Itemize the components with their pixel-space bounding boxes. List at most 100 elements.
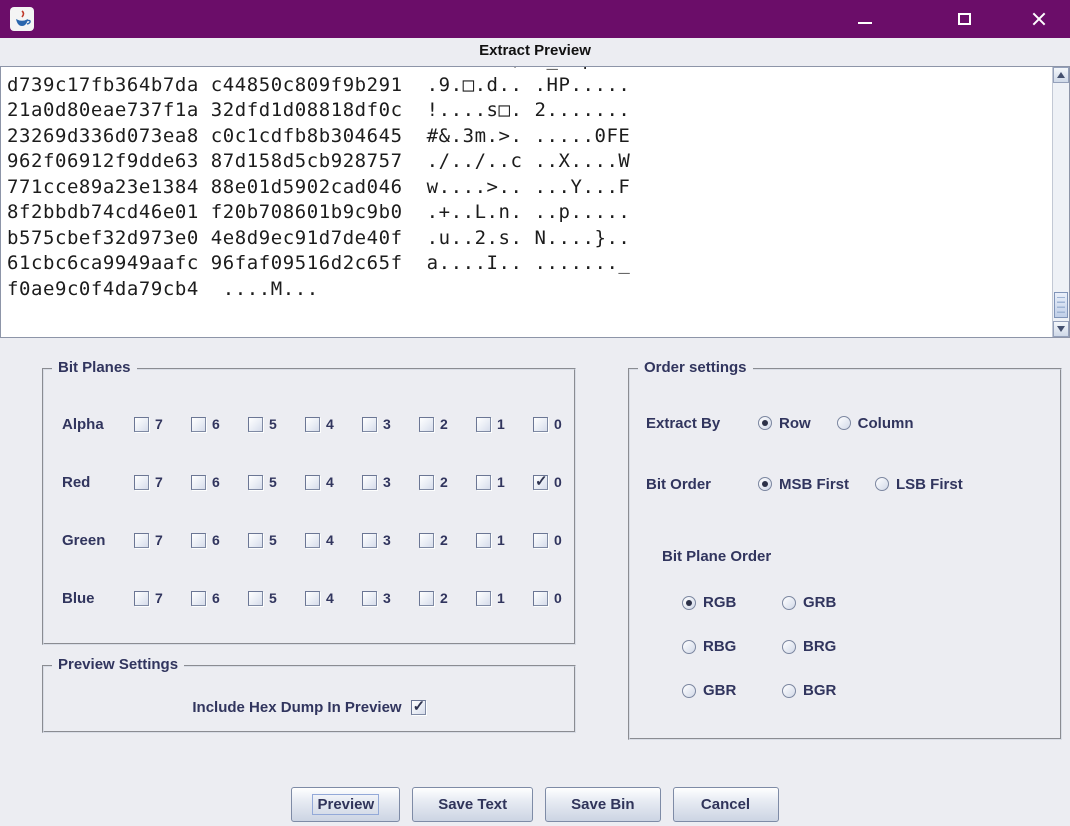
bit-order-radio-msb-first[interactable]: [758, 477, 772, 491]
extract-by-option-row[interactable]: Row: [758, 415, 811, 432]
extract-by-option-column[interactable]: Column: [837, 415, 914, 432]
checkbox-alpha-bit-2[interactable]: [419, 417, 434, 432]
bit-number-label: 7: [155, 474, 163, 490]
checkbox-alpha-bit-0[interactable]: [533, 417, 548, 432]
arrow-up-icon: [1057, 72, 1065, 78]
bit-cell: 4: [305, 416, 362, 432]
bit-number-label: 2: [440, 590, 448, 606]
bit-plane-order-radio-brg[interactable]: [782, 640, 796, 654]
bit-plane-order-option-grb[interactable]: GRB: [782, 594, 856, 611]
include-hex-label: Include Hex Dump In Preview: [192, 699, 401, 716]
minimize-button[interactable]: [857, 11, 873, 27]
checkbox-red-bit-5[interactable]: [248, 475, 263, 490]
hex-dump-text: .......,. _..p....d739c17fb364b7da c4485…: [7, 66, 1049, 302]
checkbox-blue-bit-7[interactable]: [134, 591, 149, 606]
hex-line: b575cbef32d973e0 4e8d9ec91d7de40f .u..2.…: [7, 226, 1049, 252]
checkbox-green-bit-4[interactable]: [305, 533, 320, 548]
checkbox-red-bit-4[interactable]: [305, 475, 320, 490]
save-text-button[interactable]: Save Text: [412, 787, 533, 822]
checkbox-blue-bit-3[interactable]: [362, 591, 377, 606]
checkbox-red-bit-0[interactable]: [533, 475, 548, 490]
checkbox-alpha-bit-7[interactable]: [134, 417, 149, 432]
include-hex-checkbox[interactable]: [411, 700, 426, 715]
bit-cell: 3: [362, 590, 419, 606]
bit-plane-order-radio-rbg[interactable]: [682, 640, 696, 654]
bit-plane-order-radio-grb[interactable]: [782, 596, 796, 610]
bit-plane-order-option-brg[interactable]: BRG: [782, 638, 856, 655]
checkbox-alpha-bit-5[interactable]: [248, 417, 263, 432]
radio-label-column: Column: [858, 415, 914, 432]
bit-cell: 3: [362, 416, 419, 432]
cancel-button[interactable]: Cancel: [673, 787, 779, 822]
checkbox-green-bit-3[interactable]: [362, 533, 377, 548]
scrollbar-thumb[interactable]: [1054, 292, 1068, 318]
checkbox-green-bit-0[interactable]: [533, 533, 548, 548]
bit-plane-order-radio-gbr[interactable]: [682, 684, 696, 698]
bit-cell: 6: [191, 532, 248, 548]
bit-number-label: 4: [326, 532, 334, 548]
checkbox-green-bit-7[interactable]: [134, 533, 149, 548]
hex-dump-preview[interactable]: .......,. _..p....d739c17fb364b7da c4485…: [0, 66, 1070, 338]
checkbox-green-bit-2[interactable]: [419, 533, 434, 548]
checkbox-blue-bit-4[interactable]: [305, 591, 320, 606]
checkbox-red-bit-1[interactable]: [476, 475, 491, 490]
bit-number-label: 5: [269, 590, 277, 606]
checkbox-blue-bit-1[interactable]: [476, 591, 491, 606]
checkbox-alpha-bit-4[interactable]: [305, 417, 320, 432]
maximize-button[interactable]: [957, 11, 973, 27]
bit-plane-order-option-gbr[interactable]: GBR: [682, 682, 756, 699]
checkbox-blue-bit-0[interactable]: [533, 591, 548, 606]
bit-number-label: 0: [554, 590, 562, 606]
button-label-save-text: Save Text: [433, 794, 512, 815]
bit-order-radio-lsb-first[interactable]: [875, 477, 889, 491]
extract-by-radio-row[interactable]: [758, 416, 772, 430]
scroll-up-button[interactable]: [1053, 67, 1069, 83]
checkbox-red-bit-6[interactable]: [191, 475, 206, 490]
radio-label-bgr: BGR: [803, 682, 836, 699]
preview-settings-group: Preview Settings Include Hex Dump In Pre…: [42, 665, 576, 733]
bit-order-option-lsb-first[interactable]: LSB First: [875, 476, 963, 493]
checkbox-green-bit-5[interactable]: [248, 533, 263, 548]
checkbox-green-bit-6[interactable]: [191, 533, 206, 548]
include-hex-row: Include Hex Dump In Preview: [44, 699, 574, 716]
bit-cell: 1: [476, 416, 533, 432]
bit-cell: 7: [134, 590, 191, 606]
vertical-scrollbar[interactable]: [1052, 67, 1069, 337]
scroll-down-button[interactable]: [1053, 321, 1069, 337]
checkbox-alpha-bit-3[interactable]: [362, 417, 377, 432]
extract-by-radio-column[interactable]: [837, 416, 851, 430]
bit-number-label: 1: [497, 532, 505, 548]
checkbox-alpha-bit-1[interactable]: [476, 417, 491, 432]
bit-plane-order-option-rgb[interactable]: RGB: [682, 594, 756, 611]
bit-number-label: 2: [440, 416, 448, 432]
bit-cell: 3: [362, 532, 419, 548]
bit-plane-order-radio-bgr[interactable]: [782, 684, 796, 698]
bit-order-option-msb-first[interactable]: MSB First: [758, 476, 849, 493]
checkbox-red-bit-7[interactable]: [134, 475, 149, 490]
checkbox-blue-bit-2[interactable]: [419, 591, 434, 606]
checkbox-blue-bit-6[interactable]: [191, 591, 206, 606]
channel-label-alpha: Alpha: [62, 416, 134, 433]
checkbox-red-bit-3[interactable]: [362, 475, 377, 490]
close-button[interactable]: [1031, 11, 1047, 27]
preview-button[interactable]: Preview: [291, 787, 400, 822]
bit-number-label: 6: [212, 532, 220, 548]
bit-plane-order-option-bgr[interactable]: BGR: [782, 682, 856, 699]
checkbox-red-bit-2[interactable]: [419, 475, 434, 490]
hex-line: 61cbc6ca9949aafc 96faf09516d2c65f a....I…: [7, 251, 1049, 277]
bit-cell: 4: [305, 532, 362, 548]
bit-number-label: 0: [554, 416, 562, 432]
bit-plane-order-option-rbg[interactable]: RBG: [682, 638, 756, 655]
radio-label-msb-first: MSB First: [779, 476, 849, 493]
radio-label-row: Row: [779, 415, 811, 432]
save-bin-button[interactable]: Save Bin: [545, 787, 660, 822]
hex-line: 23269d336d073ea8 c0c1cdfb8b304645 #&.3m.…: [7, 124, 1049, 150]
checkbox-green-bit-1[interactable]: [476, 533, 491, 548]
bit-number-label: 0: [554, 532, 562, 548]
bit-cell: 0: [533, 532, 590, 548]
checkbox-blue-bit-5[interactable]: [248, 591, 263, 606]
bit-cell: 6: [191, 590, 248, 606]
bit-number-label: 3: [383, 590, 391, 606]
checkbox-alpha-bit-6[interactable]: [191, 417, 206, 432]
bit-plane-order-radio-rgb[interactable]: [682, 596, 696, 610]
